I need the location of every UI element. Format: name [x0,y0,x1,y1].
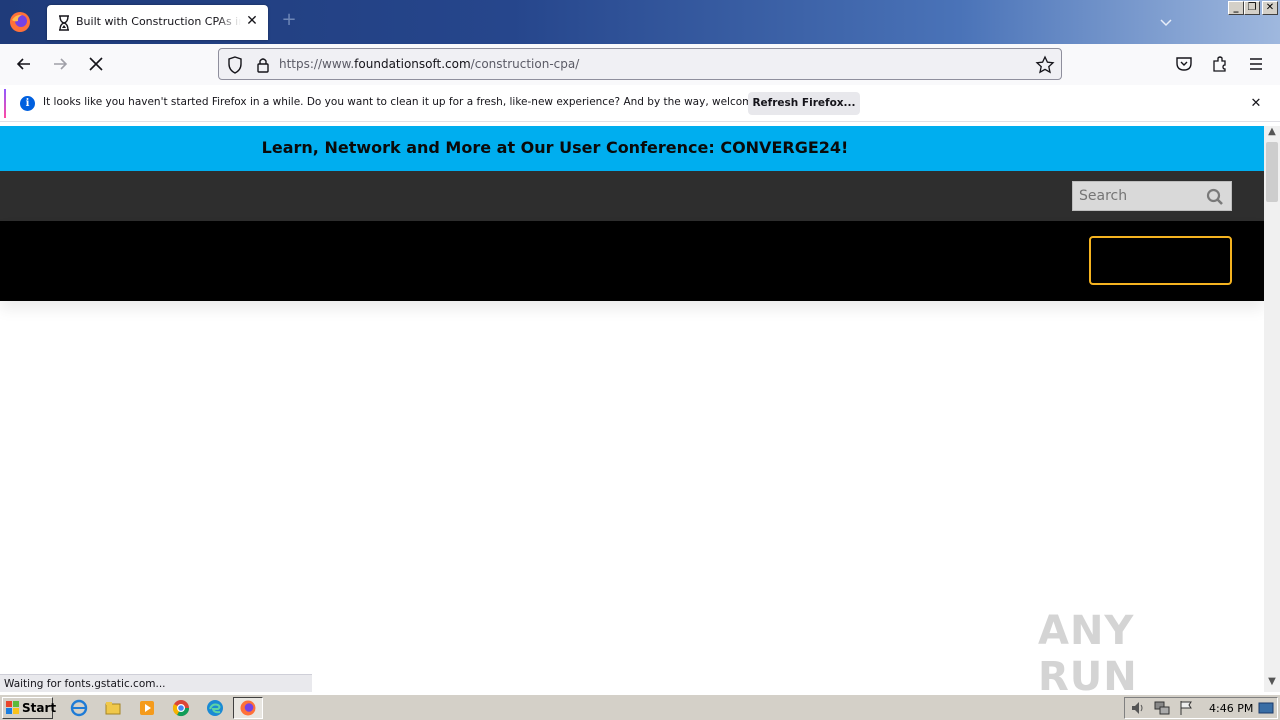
firefox-icon [240,700,256,716]
bookmark-star-icon[interactable] [1035,55,1055,75]
chevron-down-icon[interactable] [1158,14,1174,30]
tab-close-icon[interactable]: ✕ [244,13,260,29]
lock-icon[interactable] [253,55,273,75]
start-label: Start [22,701,57,715]
cta-button[interactable] [1089,236,1232,285]
forward-arrow-icon[interactable] [50,54,70,74]
scroll-up-icon[interactable]: ▲ [1264,126,1280,140]
notification-message: It looks like you haven't started Firefo… [43,96,792,108]
taskbar: Start 4:46 PM [0,694,1280,720]
media-player-icon[interactable] [138,699,156,717]
explorer-icon[interactable] [104,699,122,717]
status-bar: Waiting for fonts.gstatic.com... [0,674,312,692]
anyrun-watermark: ANY RUN [1038,608,1138,700]
minimize-button[interactable]: _ [1228,1,1244,15]
site-top-bar [0,171,1264,221]
notification-accent [4,89,6,118]
active-tab[interactable]: Built with Construction CPAs in Mind ✕ [47,5,268,40]
info-icon: i [20,96,35,111]
url-text[interactable]: https://www.foundationsoft.com/construct… [279,57,579,71]
pocket-icon[interactable] [1174,54,1194,74]
chrome-icon[interactable] [172,699,190,717]
speaker-icon[interactable] [1129,699,1147,717]
scroll-thumb[interactable] [1266,142,1278,202]
show-desktop-icon[interactable] [1257,699,1275,717]
shield-icon[interactable] [225,55,245,75]
windows-logo-icon [6,701,19,714]
flag-icon[interactable] [1177,699,1195,717]
notification-close-icon[interactable]: ✕ [1248,96,1264,112]
stop-loading-icon[interactable] [86,54,106,74]
firefox-taskbar-button[interactable] [233,697,263,719]
navigation-toolbar: https://www.foundationsoft.com/construct… [0,44,1280,85]
back-arrow-icon[interactable] [14,54,34,74]
network-icon[interactable] [1153,699,1171,717]
edge-icon[interactable] [206,699,224,717]
firefox-icon[interactable] [8,10,32,34]
refresh-firefox-button[interactable]: Refresh Firefox... [748,92,860,115]
hamburger-menu-icon[interactable] [1246,54,1266,74]
ie-icon[interactable] [70,699,88,717]
extensions-icon[interactable] [1210,54,1230,74]
restore-button[interactable]: ❐ [1244,1,1260,15]
clock[interactable]: 4:46 PM [1209,702,1253,715]
search-icon[interactable] [1206,188,1224,206]
site-main-nav [0,221,1264,301]
search-input[interactable] [1079,188,1199,204]
tab-title: Built with Construction CPAs in Mind [76,15,241,28]
system-tray: 4:46 PM [1124,697,1278,719]
page-scrollbar[interactable]: ▲ ▼ [1264,126,1280,692]
tab-strip: Built with Construction CPAs in Mind ✕ +… [0,0,1280,44]
scroll-down-icon[interactable]: ▼ [1264,676,1280,690]
hourglass-icon [59,15,69,31]
site-search[interactable] [1072,181,1232,211]
url-bar[interactable]: https://www.foundationsoft.com/construct… [218,48,1062,80]
new-tab-icon[interactable]: + [281,11,297,29]
close-window-button[interactable]: ✕ [1262,1,1278,15]
start-button[interactable]: Start [2,697,57,719]
notification-bar: i It looks like you haven't started Fire… [0,85,1280,122]
announcement-banner[interactable]: Learn, Network and More at Our User Conf… [0,126,1264,171]
banner-text[interactable]: Learn, Network and More at Our User Conf… [0,138,1110,157]
